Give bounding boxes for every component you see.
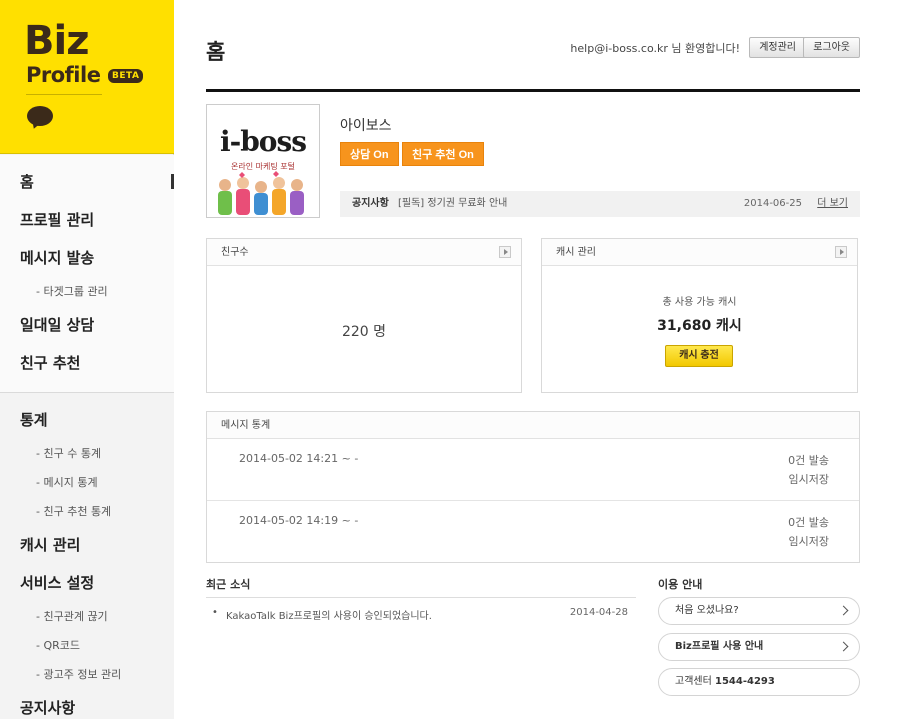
- title-divider: [206, 89, 860, 92]
- customer-center-info: 고객센터 1544-4293: [658, 668, 860, 696]
- arrow-right-icon[interactable]: [499, 246, 511, 258]
- first-visit-button[interactable]: 처음 오셨나요?: [658, 597, 860, 625]
- guide-title: 이용 안내: [658, 578, 703, 591]
- usage-guide-label: Biz프로필 사용 안내: [675, 641, 764, 652]
- friends-count-value: 220 명: [341, 324, 387, 340]
- cash-panel-header: 캐시 관리: [542, 239, 857, 266]
- nav-group-admin: 통계 - 친구 수 통계 - 메시지 통계 - 친구 추천 통계 캐시 관리 서…: [0, 393, 174, 719]
- message-stats-title: 메시지 통계: [221, 420, 271, 431]
- account-settings-button[interactable]: 계정관리: [749, 37, 806, 58]
- notice-date: 2014-06-25: [743, 198, 802, 209]
- cash-available-label: 총 사용 가능 캐시: [662, 297, 737, 308]
- page-title: 홈: [206, 40, 226, 64]
- notice-bar: 공지사항 [필독] 정기권 무료화 안내 2014-06-25 더 보기: [340, 191, 860, 217]
- list-item[interactable]: 2014-05-02 14:19 ~ - 0건 발송 임시저장: [207, 501, 859, 563]
- welcome-text: help@i-boss.co.kr 님 환영합니다!: [570, 42, 740, 55]
- logo-divider: [26, 94, 102, 95]
- sidebar-subitem-target-group[interactable]: - 타겟그룹 관리: [0, 277, 174, 306]
- sidebar-subitem-stats-friends[interactable]: - 친구 수 통계: [0, 439, 174, 468]
- chevron-right-icon: [838, 641, 849, 652]
- logo-profile-text: Profile: [26, 63, 101, 87]
- message-status: 임시저장: [788, 535, 829, 548]
- logout-button[interactable]: 로그아웃: [803, 37, 860, 58]
- sidebar-subitem-unfriend[interactable]: - 친구관계 끊기: [0, 602, 174, 631]
- cash-panel: 캐시 관리 총 사용 가능 캐시 31,680 캐시 캐시 충전: [541, 238, 858, 393]
- consult-on-button[interactable]: 상담 On: [340, 142, 399, 166]
- bullet-icon: •: [212, 607, 218, 618]
- recommend-on-button[interactable]: 친구 추천 On: [402, 142, 484, 166]
- sidebar-item-profile[interactable]: 프로필 관리: [0, 201, 174, 239]
- cash-panel-title: 캐시 관리: [556, 247, 596, 258]
- sidebar-item-message[interactable]: 메시지 발송: [0, 239, 174, 277]
- message-stats-panel: 메시지 통계 2014-05-02 14:21 ~ - 0건 발송 임시저장 2…: [206, 411, 860, 563]
- cash-amount: 31,680 캐시: [657, 318, 742, 334]
- message-sent-count: 0건 발송: [788, 454, 829, 467]
- message-datetime: 2014-05-02 14:19 ~ -: [239, 514, 359, 527]
- profile-image: i-boss 온라인 마케팅 포털: [206, 104, 320, 218]
- sidebar-subitem-advertiser[interactable]: - 광고주 정보 관리: [0, 660, 174, 689]
- news-divider: [206, 597, 636, 598]
- news-item-date: 2014-04-28: [569, 607, 628, 618]
- friends-panel-title: 친구수: [221, 247, 249, 258]
- nav-group-main: 홈 프로필 관리 메시지 발송 - 타겟그룹 관리 일대일 상담 친구 추천: [0, 155, 174, 393]
- recent-news-title: 최근 소식: [206, 578, 251, 591]
- sidebar: Biz Profile BETA 홈 프로필 관리 메시지 발송 - 타겟그룹 …: [0, 0, 174, 719]
- cash-charge-button[interactable]: 캐시 충전: [665, 345, 733, 367]
- message-sent-count: 0건 발송: [788, 516, 829, 529]
- sidebar-item-stats[interactable]: 통계: [0, 401, 174, 439]
- sidebar-item-notice[interactable]: 공지사항: [0, 689, 174, 719]
- list-item[interactable]: 2014-05-02 14:21 ~ - 0건 발송 임시저장: [207, 439, 859, 501]
- news-item-text: KakaoTalk Biz프로필의 사용이 승인되었습니다.: [226, 611, 432, 622]
- sidebar-subitem-stats-message[interactable]: - 메시지 통계: [0, 468, 174, 497]
- first-visit-label: 처음 오셨나요?: [675, 605, 739, 616]
- sidebar-subitem-stats-recommend[interactable]: - 친구 추천 통계: [0, 497, 174, 526]
- people-illustration-icon: [218, 171, 304, 215]
- chevron-right-icon: [838, 605, 849, 616]
- sidebar-subitem-qrcode[interactable]: - QR코드: [0, 631, 174, 660]
- usage-guide-button[interactable]: Biz프로필 사용 안내: [658, 633, 860, 661]
- friends-panel-header: 친구수: [207, 239, 521, 266]
- customer-center-label: 고객센터: [675, 676, 712, 687]
- notice-label: 공지사항: [352, 198, 389, 209]
- notice-more-link[interactable]: 더 보기: [817, 191, 848, 217]
- profile-logo-text: i-boss: [219, 125, 307, 158]
- biz-profile-logo[interactable]: Biz Profile BETA: [0, 0, 174, 154]
- friends-count-panel: 친구수 220 명: [206, 238, 522, 393]
- message-datetime: 2014-05-02 14:21 ~ -: [239, 452, 359, 465]
- beta-badge: BETA: [108, 69, 144, 83]
- message-stats-header: 메시지 통계: [207, 412, 859, 439]
- sidebar-item-home[interactable]: 홈: [0, 163, 174, 201]
- sidebar-item-service[interactable]: 서비스 설정: [0, 564, 174, 602]
- sidebar-item-friend-recommend[interactable]: 친구 추천: [0, 344, 174, 382]
- notice-text-link[interactable]: [필독] 정기권 무료화 안내: [398, 191, 507, 217]
- profile-name: 아이보스: [340, 118, 392, 134]
- sidebar-item-cash[interactable]: 캐시 관리: [0, 526, 174, 564]
- sidebar-item-one-to-one[interactable]: 일대일 상담: [0, 306, 174, 344]
- logo-biz-text: Biz: [24, 18, 89, 64]
- customer-center-number: 1544-4293: [715, 676, 775, 687]
- message-status: 임시저장: [788, 473, 829, 486]
- arrow-right-icon[interactable]: [835, 246, 847, 258]
- chat-bubble-icon: [27, 106, 53, 126]
- sidebar-nav: 홈 프로필 관리 메시지 발송 - 타겟그룹 관리 일대일 상담 친구 추천 통…: [0, 155, 174, 719]
